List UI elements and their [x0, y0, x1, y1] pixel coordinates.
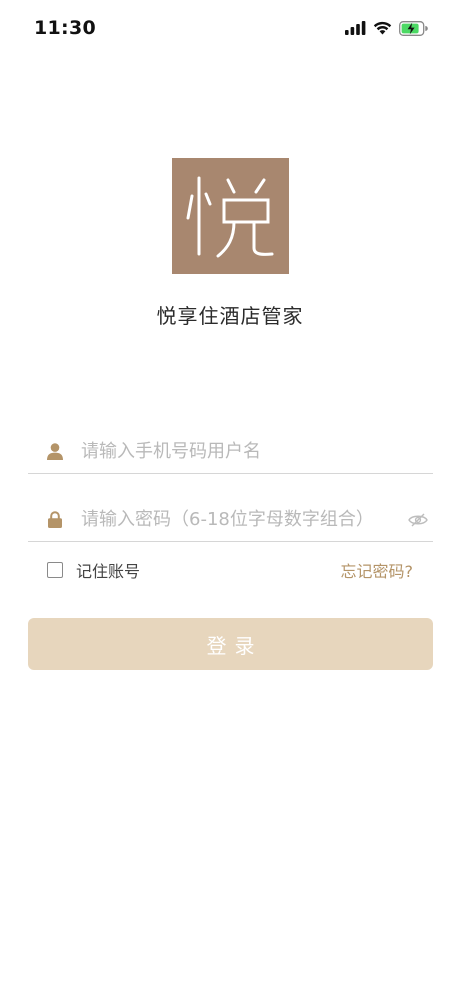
remember-label: 记住账号: [76, 562, 141, 581]
username-input[interactable]: [81, 431, 433, 472]
forgot-password-link[interactable]: 忘记密码?: [341, 558, 414, 582]
login-screen: 11:30 悦享住酒店管家 请输入手机号码用户名 记住账号 忘记密码? 登录: [0, 0, 460, 996]
options-row: 记住账号 忘记密码?: [47, 558, 413, 582]
logo-glyph: [186, 176, 274, 258]
app-name: 悦享住酒店管家: [156, 304, 304, 328]
eye-off-icon[interactable]: [407, 510, 429, 530]
app-logo: [172, 158, 289, 274]
remember-account[interactable]: 记住账号: [47, 558, 140, 582]
lock-icon: [45, 510, 65, 530]
battery-charging-icon: [399, 20, 428, 36]
user-icon: [45, 442, 65, 462]
status-icons: [345, 20, 428, 36]
status-time: 11:30: [34, 17, 96, 39]
wifi-icon: [373, 21, 392, 35]
username-field: [28, 430, 433, 474]
login-button[interactable]: 登录: [28, 618, 433, 670]
password-input[interactable]: [81, 499, 407, 540]
status-bar: 11:30: [0, 0, 460, 56]
password-field: [28, 498, 433, 542]
remember-checkbox[interactable]: [47, 562, 63, 578]
cellular-signal-icon: [345, 21, 366, 35]
